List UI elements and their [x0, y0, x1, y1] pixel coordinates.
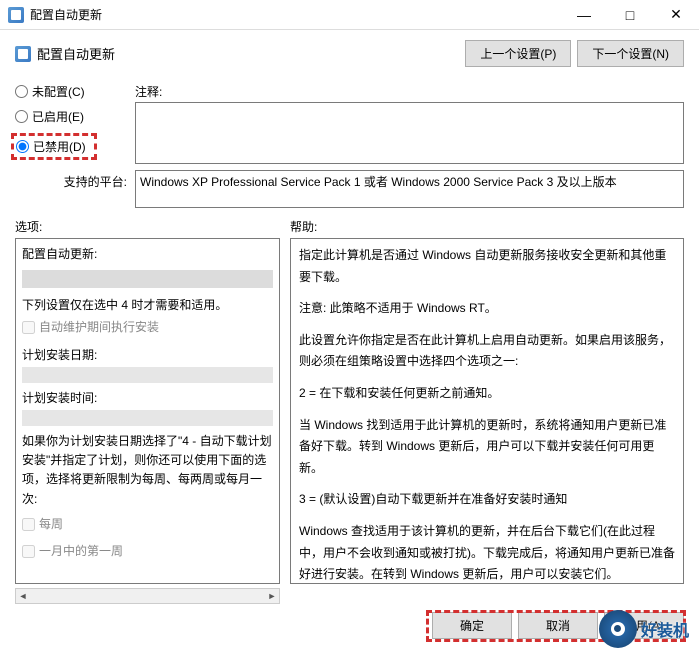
help-p2: 注意: 此策略不适用于 Windows RT。 [299, 298, 675, 320]
close-button[interactable]: ✕ [653, 0, 699, 29]
help-panel[interactable]: 指定此计算机是否通过 Windows 自动更新服务接收安全更新和其他重要下载。 … [290, 238, 684, 584]
chk-auto-maintain-label: 自动维护期间执行安装 [39, 318, 159, 337]
minimize-button[interactable]: — [561, 0, 607, 29]
options-panel[interactable]: 配置自动更新: 下列设置仅在选中 4 时才需要和适用。 自动维护期间执行安装 计… [15, 238, 280, 584]
help-p1: 指定此计算机是否通过 Windows 自动更新服务接收安全更新和其他重要下载。 [299, 245, 675, 288]
chk-first-week-label: 一月中的第一周 [39, 542, 123, 561]
radio-not-configured-input[interactable] [15, 85, 28, 98]
options-para: 如果你为计划安装日期选择了"4 - 自动下载计划安装"并指定了计划，则你还可以使… [22, 432, 273, 509]
scroll-right-icon[interactable]: ► [265, 591, 279, 601]
help-p5: 当 Windows 找到适用于此计算机的更新时，系统将通知用户更新已准备好下载。… [299, 415, 675, 480]
prev-setting-button[interactable]: 上一个设置(P) [465, 40, 571, 67]
chk-auto-maintain: 自动维护期间执行安装 [22, 318, 273, 337]
scroll-left-icon[interactable]: ◄ [16, 591, 30, 601]
window-title: 配置自动更新 [30, 6, 561, 23]
policy-icon [15, 46, 31, 62]
chk-weekly-label: 每周 [39, 515, 63, 534]
comment-textarea[interactable] [135, 102, 684, 164]
platform-textarea[interactable]: Windows XP Professional Service Pack 1 或… [135, 170, 684, 208]
schedule-time-label: 计划安装时间: [22, 389, 273, 408]
options-section-label: 选项: [15, 218, 290, 235]
radio-enabled-input[interactable] [15, 110, 28, 123]
comment-label: 注释: [135, 83, 684, 100]
radio-disabled-label: 已禁用(D) [33, 138, 86, 155]
schedule-day-label: 计划安装日期: [22, 346, 273, 365]
schedule-time-field [22, 410, 273, 426]
chk-weekly-input [22, 518, 35, 531]
platform-label: 支持的平台: [15, 170, 135, 190]
highlight-disabled: 已禁用(D) [11, 133, 97, 160]
help-p3: 此设置允许你指定是否在此计算机上启用自动更新。如果启用该服务，则必须在组策略设置… [299, 330, 675, 373]
help-p7: Windows 查找适用于该计算机的更新，并在后台下载它们(在此过程中，用户不会… [299, 521, 675, 584]
help-section-label: 帮助: [290, 218, 317, 235]
options-hscrollbar[interactable]: ◄ ► [15, 588, 280, 604]
chk-first-week-input [22, 545, 35, 558]
maximize-button[interactable]: □ [607, 0, 653, 29]
next-setting-button[interactable]: 下一个设置(N) [577, 40, 684, 67]
ok-button[interactable]: 确定 [432, 612, 512, 639]
options-note: 下列设置仅在选中 4 时才需要和适用。 [22, 296, 273, 315]
radio-enabled-label: 已启用(E) [32, 108, 84, 125]
chk-weekly: 每周 [22, 515, 273, 534]
cancel-button[interactable]: 取消 [518, 612, 598, 639]
help-p4: 2 = 在下载和安装任何更新之前通知。 [299, 383, 675, 405]
app-icon [8, 7, 24, 23]
branding-overlay: 好装机 [599, 610, 689, 648]
branding-logo-icon [599, 610, 637, 648]
radio-not-configured-label: 未配置(C) [32, 83, 85, 100]
radio-enabled[interactable]: 已启用(E) [15, 108, 135, 125]
schedule-day-field [22, 367, 273, 383]
radio-disabled[interactable]: 已禁用(D) [16, 138, 86, 155]
options-dropdown-disabled [22, 270, 273, 288]
policy-subtitle: 配置自动更新 [37, 44, 465, 63]
chk-first-week: 一月中的第一周 [22, 542, 273, 561]
chk-auto-maintain-input [22, 321, 35, 334]
radio-disabled-input[interactable] [16, 140, 29, 153]
help-p6: 3 = (默认设置)自动下载更新并在准备好安装时通知 [299, 489, 675, 511]
branding-text: 好装机 [641, 617, 689, 641]
radio-not-configured[interactable]: 未配置(C) [15, 83, 135, 100]
options-title: 配置自动更新: [22, 245, 273, 264]
